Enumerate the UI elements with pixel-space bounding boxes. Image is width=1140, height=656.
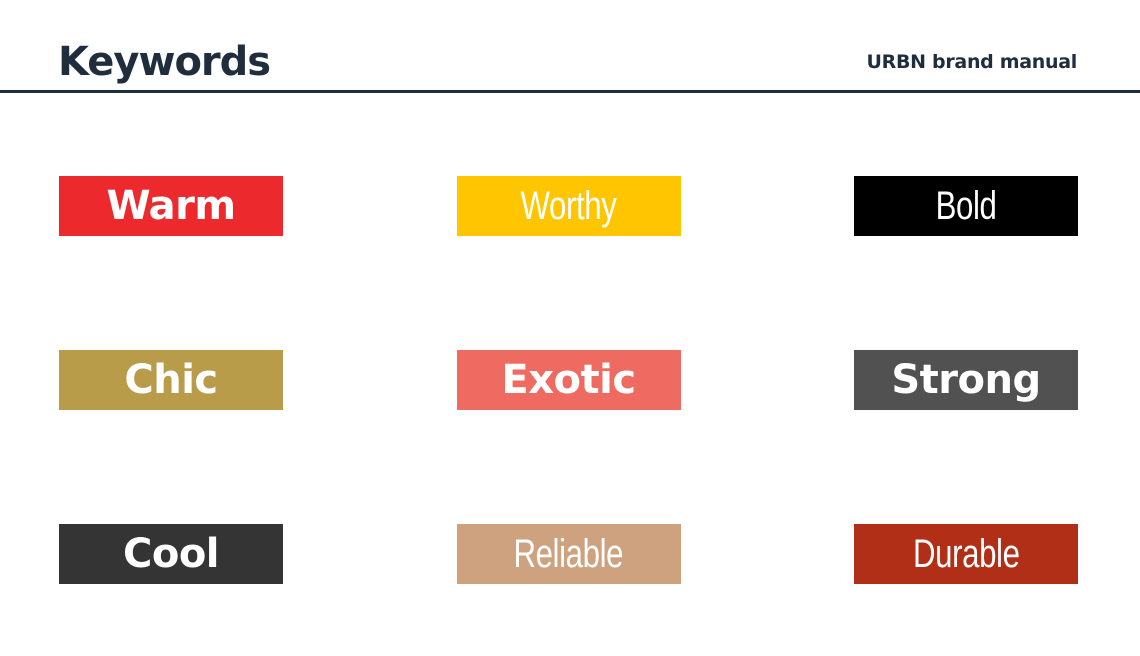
keyword-label: Worthy <box>520 183 617 228</box>
keyword-tile-exotic: Exotic <box>456 350 681 410</box>
keyword-label: Strong <box>891 357 1041 403</box>
keyword-tile-warm: Warm <box>59 176 283 236</box>
keyword-grid: Warm Worthy Bold Chic Exotic Strong Cool… <box>59 176 1078 584</box>
keyword-tile-cool: Cool <box>59 524 283 584</box>
keyword-tile-chic: Chic <box>59 350 283 410</box>
keyword-label: Bold <box>935 183 997 228</box>
header-divider <box>0 90 1140 93</box>
keyword-tile-reliable: Reliable <box>456 524 681 584</box>
keyword-label: Reliable <box>513 531 624 576</box>
keyword-tile-durable: Durable <box>854 524 1078 584</box>
keyword-tile-worthy: Worthy <box>456 176 681 236</box>
keyword-label: Cool <box>122 531 220 577</box>
brand-manual-label: URBN brand manual <box>866 51 1078 73</box>
keyword-label: Durable <box>912 531 1020 576</box>
keyword-tile-strong: Strong <box>854 350 1078 410</box>
keyword-label: Chic <box>124 357 218 403</box>
page-title: Keywords <box>58 39 271 85</box>
keyword-label: Warm <box>106 183 236 229</box>
keyword-tile-bold: Bold <box>854 176 1078 236</box>
keyword-label: Exotic <box>501 357 636 403</box>
